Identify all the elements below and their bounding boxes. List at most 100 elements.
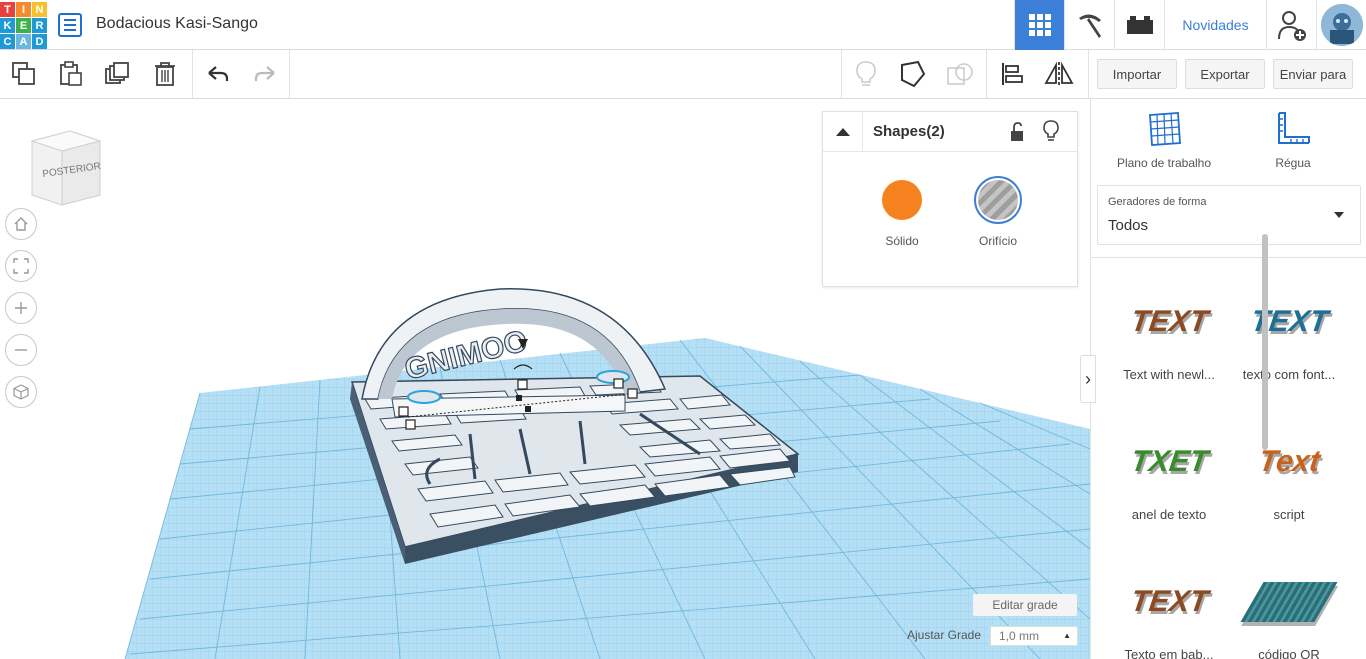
grid-icon [1028, 14, 1051, 36]
dropdown-label: Geradores de forma [1108, 196, 1207, 208]
top-bar: TIN KER CAD Bodacious Kasi-Sango Novidades [0, 0, 1366, 50]
shape-generator-label: Text with newl... [1123, 367, 1215, 382]
lightbulb-icon [855, 61, 876, 86]
send-to-button[interactable]: Enviar para [1273, 59, 1353, 89]
view-cube[interactable]: POSTERIOR [28, 129, 104, 207]
fit-view-button[interactable] [5, 250, 37, 282]
shape-generator-label: código QR [1258, 647, 1320, 659]
chevron-right-icon: › [1085, 368, 1091, 389]
zoom-in-button[interactable] [5, 292, 37, 324]
edit-actions [0, 50, 188, 98]
collapse-inspector-button[interactable] [823, 112, 863, 152]
add-user-icon [1277, 11, 1306, 41]
shape-generator-item[interactable]: código QR [1229, 557, 1349, 659]
visibility-lightbulb-icon[interactable] [1043, 120, 1059, 142]
duplicate-icon [104, 62, 129, 84]
selected-cylinder-left[interactable] [407, 390, 441, 404]
sidebar-divider [1091, 257, 1366, 258]
show-all-button[interactable] [842, 50, 889, 98]
shape-generator-item[interactable]: TEXT Texto em bab... [1109, 557, 1229, 659]
zoom-out-button[interactable] [5, 334, 37, 366]
redo-button[interactable] [241, 50, 288, 98]
hole-swatch[interactable] [974, 176, 1022, 224]
caret-up-icon [835, 128, 850, 136]
edit-grid-button[interactable]: Editar grade [973, 594, 1077, 616]
blocks-view-button[interactable] [1064, 0, 1114, 50]
user-avatar[interactable] [1316, 0, 1366, 50]
note-shape-icon [900, 60, 925, 88]
shape-inspector-title: Shapes(2) [873, 123, 945, 140]
align-icon [1001, 63, 1023, 85]
ruler-toggle-button[interactable] [936, 50, 983, 98]
dropdown-value: Todos [1108, 217, 1149, 234]
shape-generator-item[interactable]: TEXT Text with newl... [1109, 277, 1229, 382]
3d-design-view-button[interactable] [1014, 0, 1064, 50]
hole-option[interactable]: Orifício [963, 176, 1033, 248]
shape-thumbnail-text: Text [1256, 445, 1322, 478]
home-view-button[interactable] [5, 208, 37, 240]
logo-letter: T [0, 2, 15, 17]
shapes-sidebar: Plano de trabalho Régua Geradores de for… [1090, 99, 1366, 659]
brick-icon [1126, 16, 1153, 34]
mirror-button[interactable] [1035, 50, 1082, 98]
logo-letter: R [32, 18, 47, 33]
shape-generator-item[interactable]: TXET anel de texto [1109, 417, 1229, 522]
view-actions [842, 50, 983, 98]
trash-icon [154, 62, 175, 86]
ruler-tool-label: Régua [1275, 156, 1311, 170]
perspective-toggle-button[interactable] [5, 376, 37, 408]
selected-cylinder-right[interactable] [596, 370, 630, 384]
workplane-icon [1149, 112, 1181, 146]
shape-inspector-header: Shapes(2) [823, 112, 1077, 152]
qr-code-thumbnail [1240, 582, 1338, 622]
paste-button[interactable] [47, 50, 94, 98]
notes-button[interactable] [889, 50, 936, 98]
workplane-viewport[interactable]: GNIMOO POSTERIOR Shapes(2) Sólido Orifíc… [0, 99, 1090, 659]
logo-letter: C [0, 34, 15, 49]
delete-button[interactable] [141, 50, 188, 98]
duplicate-button[interactable] [94, 50, 141, 98]
home-icon [14, 217, 28, 231]
solid-option[interactable]: Sólido [867, 180, 937, 248]
undo-icon [207, 66, 228, 81]
collapse-sidebar-button[interactable]: › [1080, 355, 1096, 403]
export-button[interactable]: Exportar [1185, 59, 1265, 89]
design-list-icon[interactable] [58, 13, 82, 37]
shape-generator-label: texto com font... [1242, 367, 1336, 382]
copy-icon [11, 62, 35, 85]
shape-generator-item[interactable]: TEXT texto com font... [1229, 277, 1349, 382]
shape-thumbnail [1229, 557, 1349, 647]
copy-button[interactable] [0, 50, 47, 98]
paste-icon [59, 61, 82, 86]
lock-icon[interactable] [1009, 122, 1025, 142]
document-title[interactable]: Bodacious Kasi-Sango [96, 15, 258, 33]
logo-letter: N [32, 2, 47, 17]
undo-button[interactable] [194, 50, 241, 98]
ruler-tool[interactable]: Régua [1233, 111, 1353, 170]
solid-label: Sólido [885, 234, 919, 248]
ruler-icon [1278, 112, 1310, 144]
solid-color-swatch[interactable] [882, 180, 922, 220]
tinkercad-logo[interactable]: TIN KER CAD [0, 2, 47, 49]
hole-label: Orifício [978, 234, 1017, 248]
cube-icon [13, 384, 29, 400]
plus-icon [15, 302, 27, 314]
add-user-button[interactable] [1266, 0, 1316, 50]
avatar-icon [1320, 4, 1363, 46]
caret-down-icon [1334, 212, 1344, 218]
import-button[interactable]: Importar [1097, 59, 1177, 89]
logo-letter: D [32, 34, 47, 49]
sidebar-scrollbar[interactable] [1262, 234, 1268, 450]
snap-grid-select[interactable]: 1,0 mm [990, 626, 1078, 646]
bricks-view-button[interactable] [1114, 0, 1164, 50]
logo-letter: A [16, 34, 31, 49]
edit-toolbar: Importar Exportar Enviar para [0, 50, 1366, 99]
shape-generator-item[interactable]: Text script [1229, 417, 1349, 522]
workplane-tool[interactable]: Plano de trabalho [1104, 111, 1224, 170]
shape-generators-dropdown[interactable]: Geradores de forma Todos [1097, 185, 1361, 245]
align-button[interactable] [988, 50, 1035, 98]
fit-view-icon [13, 258, 29, 274]
shape-generator-label: anel de texto [1131, 507, 1207, 522]
shape-generator-label: Texto em bab... [1124, 647, 1214, 659]
novidades-link[interactable]: Novidades [1164, 0, 1266, 50]
